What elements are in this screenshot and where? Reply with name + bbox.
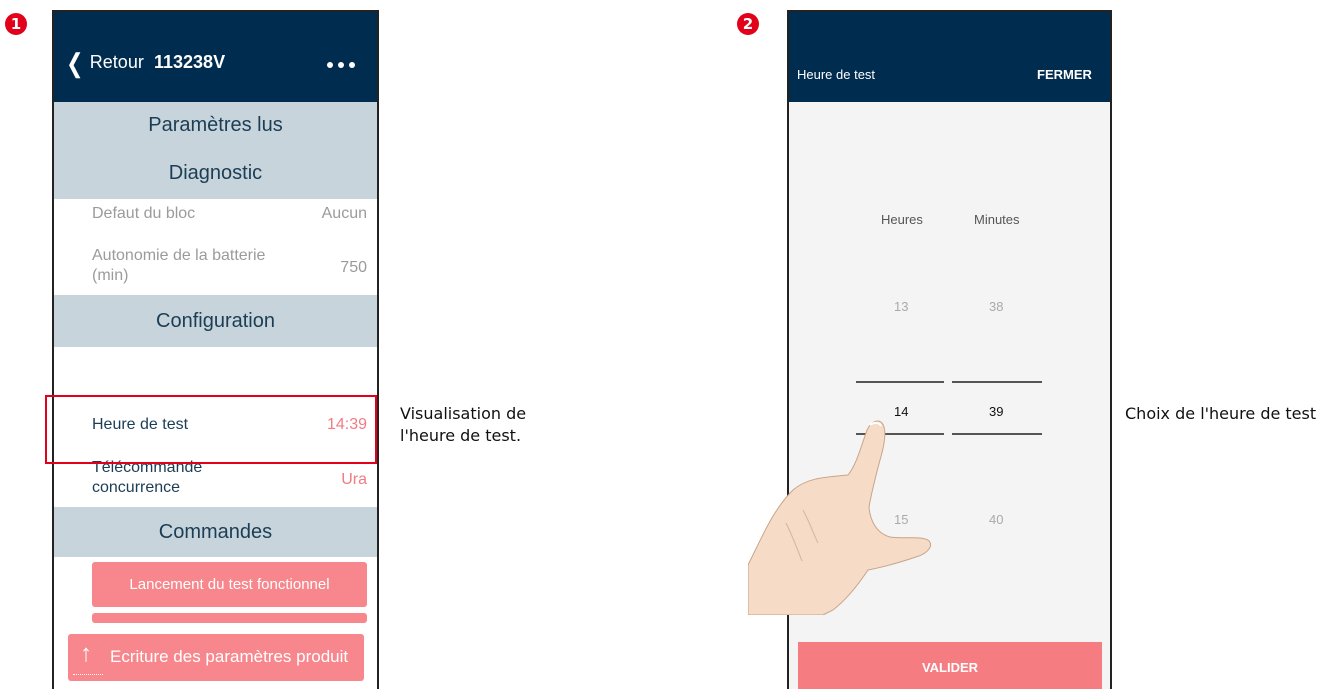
row-label: Defaut du bloc [92, 205, 196, 222]
section-read-params: Paramètres lus Diagnostic [54, 102, 377, 199]
minute-option-selected[interactable]: 39 [989, 404, 1003, 419]
validate-button[interactable]: VALIDER [798, 642, 1102, 689]
more-options-icon[interactable] [327, 62, 355, 68]
caption-step1-line2: l'heure de test. [400, 426, 522, 445]
test-time-highlight [45, 395, 377, 464]
hours-selection-line-top [856, 381, 944, 383]
dialog-title: Heure de test [797, 67, 876, 82]
row-value: Aucun [321, 205, 367, 222]
row-value: Ura [341, 471, 367, 488]
section-read-params-title: Paramètres lus [148, 114, 283, 136]
pointing-hand-illustration [748, 420, 931, 615]
row-battery-autonomy: Autonomie de la batterie (min) 750 [54, 247, 377, 292]
caption-step2: Choix de l'heure de test [1125, 404, 1317, 423]
phone-screen-parameters: ❮ Retour 113238V Paramètres lus Diagnost… [52, 10, 379, 689]
device-title: 113238V [154, 52, 226, 72]
functional-test-button[interactable]: Lancement du test fonctionnel [92, 562, 367, 607]
caption-step1: Visualisation de l'heure de test. [400, 403, 526, 447]
row-label: Autonomie de la batterie [92, 247, 266, 264]
row-block-fault: Defaut du bloc Aucun [54, 205, 377, 230]
app-header: ❮ Retour 113238V [54, 12, 377, 102]
next-button-partial[interactable] [92, 613, 367, 623]
section-commands: Commandes [54, 507, 377, 557]
back-button[interactable]: ❮ Retour [64, 47, 144, 78]
progress-dots [73, 674, 103, 675]
upload-arrow-icon: ↑ [80, 640, 92, 667]
minute-option[interactable]: 40 [989, 512, 1003, 527]
minutes-selection-line-top [952, 381, 1042, 383]
minutes-header: Minutes [974, 212, 1020, 227]
minute-option[interactable]: 38 [989, 299, 1003, 314]
dialog-header: Heure de test FERMER [789, 12, 1110, 102]
step-1-badge: 1 [5, 13, 27, 35]
chevron-left-icon: ❮ [66, 47, 84, 78]
caption-step1-line1: Visualisation de [400, 404, 527, 423]
hour-option[interactable]: 13 [894, 299, 908, 314]
section-diagnostic-title: Diagnostic [168, 162, 263, 184]
row-remote-concurrence[interactable]: Télécommande concurrence Ura [54, 459, 377, 504]
section-configuration: Configuration [54, 295, 377, 347]
write-params-label: Ecriture des paramètres produit [110, 647, 349, 666]
close-button[interactable]: FERMER [1037, 67, 1092, 82]
back-label: Retour [89, 52, 144, 72]
step-2-badge: 2 [737, 13, 759, 35]
hours-header: Heures [881, 212, 923, 227]
row-label-line2: (min) [92, 267, 129, 284]
minutes-selection-line-bottom [952, 433, 1042, 435]
row-label-line2: concurrence [92, 479, 181, 496]
row-value: 750 [340, 259, 367, 276]
write-params-button[interactable]: ↑ Ecriture des paramètres produit [68, 634, 364, 681]
